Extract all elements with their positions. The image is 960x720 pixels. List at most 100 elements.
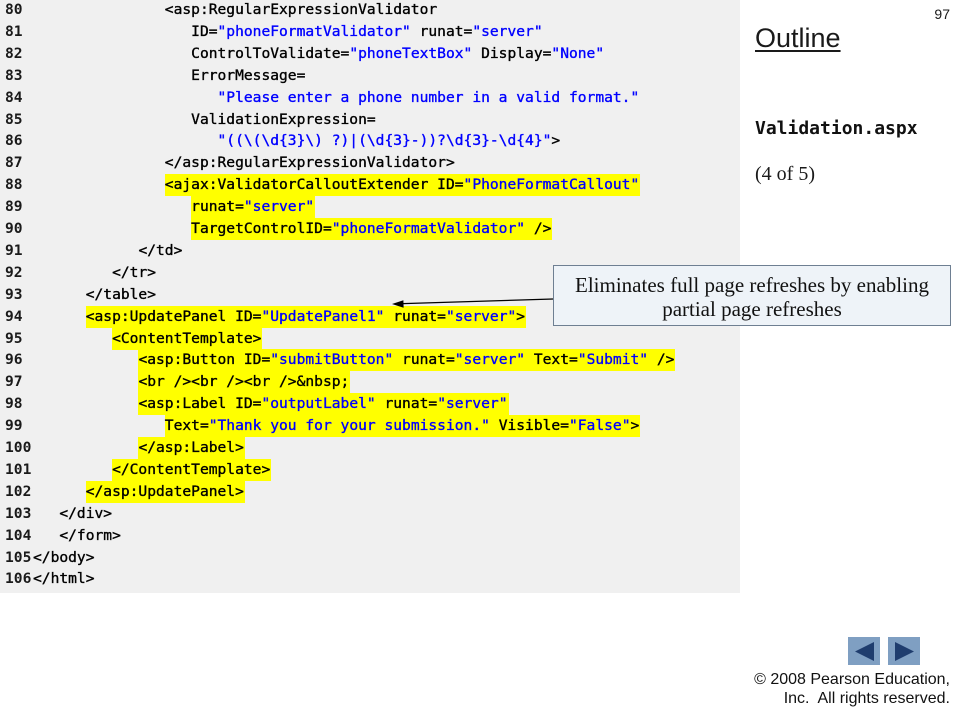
line-number: 86 [5,132,23,150]
code-text: "((\(\d{3}\) ?)|(\d{3}-))?\d{3}-\d{4}"> [33,130,561,152]
markup-text: </form> [59,526,121,544]
highlighted-code: <ContentTemplate> [112,327,263,350]
code-content: <asp:RegularExpressionValidator [165,0,438,21]
code-text: <asp:Label ID="outputLabel" runat="serve… [33,393,509,416]
markup-text: <asp:UpdatePanel ID= [85,307,262,325]
attribute-value: "server" [445,307,517,325]
highlighted-code: </asp:UpdatePanel> [86,480,245,503]
attribute-value: "submitButton" [270,351,394,369]
callout-box: Eliminates full page refreshes by enabli… [553,265,951,326]
code-line: 88 <ajax:ValidatorCalloutExtender ID="Ph… [0,174,740,197]
highlighted-code: <br /><br /><br />&nbsp; [138,371,351,394]
code-line: 91 </td> [0,240,740,262]
code-line: 87 </asp:RegularExpressionValidator> [0,152,740,174]
markup-text: ValidationExpression= [191,110,376,128]
code-line: 105 </body> [0,547,740,569]
markup-text: <asp:Label ID= [138,395,262,413]
code-line: 99 Text="Thank you for your submission."… [0,415,740,438]
code-content: "((\(\d{3}\) ?)|(\d{3}-))?\d{3}-\d{4}"> [217,130,562,152]
line-number: 100 [5,439,32,457]
line-number: 97 [5,373,23,391]
markup-text: <br /><br /><br />&nbsp; [138,373,350,391]
code-text: <asp:UpdatePanel ID="UpdatePanel1" runat… [33,305,527,328]
markup-text: </html> [33,570,95,588]
highlighted-code: <ajax:ValidatorCalloutExtender ID="Phone… [164,174,641,197]
code-text: ID="phoneFormatValidator" runat="server" [33,21,544,43]
markup-text: </body> [33,548,95,566]
code-line: 81 ID="phoneFormatValidator" runat="serv… [0,21,740,43]
attribute-value: "server" [472,22,543,40]
markup-text: <ajax:ValidatorCalloutExtender ID= [164,176,464,194]
code-content: ErrorMessage= [191,65,306,87]
attribute-value: "PhoneFormatCallout" [463,176,640,194]
previous-slide-button[interactable] [848,637,880,665]
code-text: </body> [33,547,96,569]
copyright-notice: © 2008 Pearson Education, Inc. All right… [754,670,950,708]
line-number: 90 [5,220,23,238]
line-number: 92 [5,263,23,281]
next-slide-button[interactable] [888,637,920,665]
line-number: 98 [5,395,23,413]
code-text: ValidationExpression= [33,109,377,131]
markup-text: ControlToValidate= [191,44,350,62]
code-text: <ContentTemplate> [33,327,263,350]
code-line: 80 <asp:RegularExpressionValidator [0,0,740,21]
code-text: </html> [33,568,96,590]
code-line: 95 <ContentTemplate> [0,327,740,350]
attribute-value: "Submit" [577,351,649,369]
code-content: </tr> [112,262,157,284]
line-number: 82 [5,44,23,62]
markup-text: </tr> [112,263,157,281]
markup-text: runat= [393,351,455,369]
attribute-value: "Please enter a phone number in a valid … [217,88,640,106]
attribute-value: "server" [454,351,526,369]
code-content: ControlToValidate="phoneTextBox" Display… [191,43,605,65]
markup-text: > [630,417,640,435]
code-line: 82 ControlToValidate="phoneTextBox" Disp… [0,43,740,65]
markup-text: runat= [191,198,244,216]
markup-text: </table> [85,285,157,303]
code-content: "Please enter a phone number in a valid … [217,87,641,109]
code-line: 101 </ContentTemplate> [0,458,740,481]
highlighted-code: TargetControlID="phoneFormatValidator" /… [191,218,553,241]
attribute-value: "((\(\d{3}\) ?)|(\d{3}-))?\d{3}-\d{4}" [217,132,552,150]
line-number: 105 [5,548,32,566]
code-text: </table> [33,284,157,306]
line-number: 89 [5,198,23,216]
copyright-line: © 2008 Pearson Education, [754,670,950,688]
code-text: </div> [33,503,113,525]
attribute-value: "False" [568,417,631,435]
line-number: 101 [5,460,32,478]
code-line: 90 TargetControlID="phoneFormatValidator… [0,218,740,241]
code-line: 103 </div> [0,503,740,525]
attribute-value: "UpdatePanel1" [261,307,385,325]
markup-text: > [551,132,561,150]
code-text: </asp:RegularExpressionValidator> [33,152,456,174]
markup-text: Visible= [489,417,570,435]
attribute-value: "phoneFormatValidator" [217,22,411,40]
markup-text: </asp:RegularExpressionValidator> [164,154,455,172]
copyright-line: Inc. All rights reserved. [783,689,950,707]
code-text: </asp:Label> [33,437,245,460]
code-line: 98 <asp:Label ID="outputLabel" runat="se… [0,393,740,416]
code-text: Text="Thank you for your submission." Vi… [33,415,641,438]
markup-text: <ContentTemplate> [112,329,262,347]
code-text: TargetControlID="phoneFormatValidator" /… [33,218,553,241]
code-line: 85 ValidationExpression= [0,109,740,131]
markup-text: </td> [138,241,183,259]
highlighted-code: <asp:Label ID="outputLabel" runat="serve… [138,393,509,416]
